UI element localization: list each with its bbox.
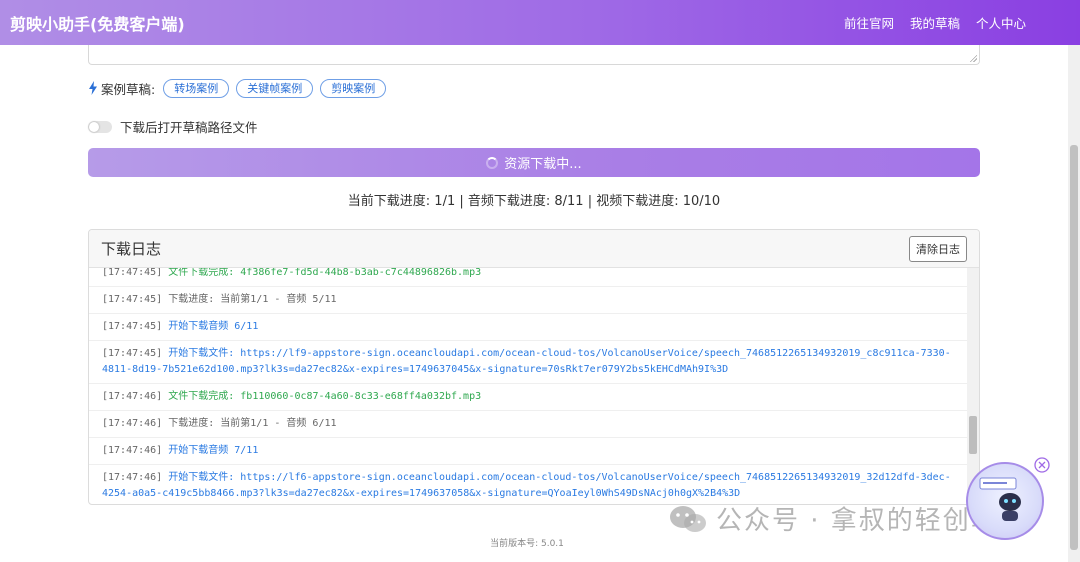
log-entry: [17:47:45] 文件下载完成: 4f386fe7-fd5d-44b8-b3… xyxy=(89,268,967,287)
toggle-knob xyxy=(89,121,99,132)
case-button-keyframe[interactable]: 关键帧案例 xyxy=(236,78,314,98)
case-drafts-row: 案例草稿: 转场案例 关键帧案例 剪映案例 xyxy=(88,78,393,98)
log-entry: [17:47:46] 文件下载完成: fb110060-0c87-4a60-8c… xyxy=(89,384,967,411)
log-header: 下载日志 清除日志 xyxy=(89,230,979,268)
log-entry: [17:47:45] 开始下载音频 6/11 xyxy=(89,314,967,341)
log-entry: [17:47:46] 下载进度: 当前第1/1 - 音频 6/11 xyxy=(89,411,967,438)
log-entry: [17:47:45] 下载进度: 当前第1/1 - 音频 5/11 xyxy=(89,287,967,314)
log-title: 下载日志 xyxy=(101,240,162,258)
robot-assistant-icon xyxy=(979,477,1021,521)
download-log-panel: 下载日志 清除日志 [17:47:45] 文件下载完成: 4f386fe7-fd… xyxy=(88,229,980,505)
case-button-jianying[interactable]: 剪映案例 xyxy=(320,78,387,98)
log-scroll-thumb[interactable] xyxy=(969,416,977,454)
app-header: 剪映小助手(免费客户端) 前往官网 我的草稿 个人中心 xyxy=(0,0,1080,45)
wechat-icon xyxy=(670,505,706,532)
download-button-label: 资源下载中... xyxy=(504,157,582,172)
bolt-icon xyxy=(89,81,97,95)
page-scroll-thumb[interactable] xyxy=(1070,145,1078,550)
nav-official-site[interactable]: 前往官网 xyxy=(844,13,894,32)
case-drafts-label: 案例草稿: xyxy=(101,81,156,97)
open-draft-path-toggle-row: 下载后打开草稿路径文件 xyxy=(88,117,258,136)
download-progress-text: 当前下载进度: 1/1 | 音频下载进度: 8/11 | 视频下载进度: 10/… xyxy=(347,194,721,209)
open-draft-path-toggle[interactable] xyxy=(88,120,112,133)
case-button-transition[interactable]: 转场案例 xyxy=(163,78,230,98)
open-draft-path-label: 下载后打开草稿路径文件 xyxy=(120,120,258,135)
nav-profile[interactable]: 个人中心 xyxy=(976,13,1026,32)
app-title: 剪映小助手(免费客户端) xyxy=(10,14,185,34)
close-icon[interactable] xyxy=(1034,457,1050,473)
page-scrollbar[interactable] xyxy=(1068,45,1080,562)
log-list[interactable]: [17:47:45] 文件下载完成: 4f386fe7-fd5d-44b8-b3… xyxy=(89,268,967,504)
log-entry: [17:47:46] 开始下载音频 7/11 xyxy=(89,438,967,465)
version-text: 当前版本号: 5.0.1 xyxy=(490,539,564,549)
top-nav: 前往官网 我的草稿 个人中心 xyxy=(844,13,1068,32)
log-entry: [17:47:46] 开始下载文件: https://lf6-appstore-… xyxy=(89,465,967,504)
clear-log-button[interactable]: 清除日志 xyxy=(909,235,967,262)
download-resources-button[interactable]: 资源下载中... xyxy=(88,148,980,177)
assistant-widget[interactable] xyxy=(966,462,1044,540)
resize-grip-icon[interactable] xyxy=(969,54,977,62)
nav-my-drafts[interactable]: 我的草稿 xyxy=(910,13,960,32)
log-entry: [17:47:45] 开始下载文件: https://lf9-appstore-… xyxy=(89,341,967,384)
spinner-icon xyxy=(486,156,499,169)
